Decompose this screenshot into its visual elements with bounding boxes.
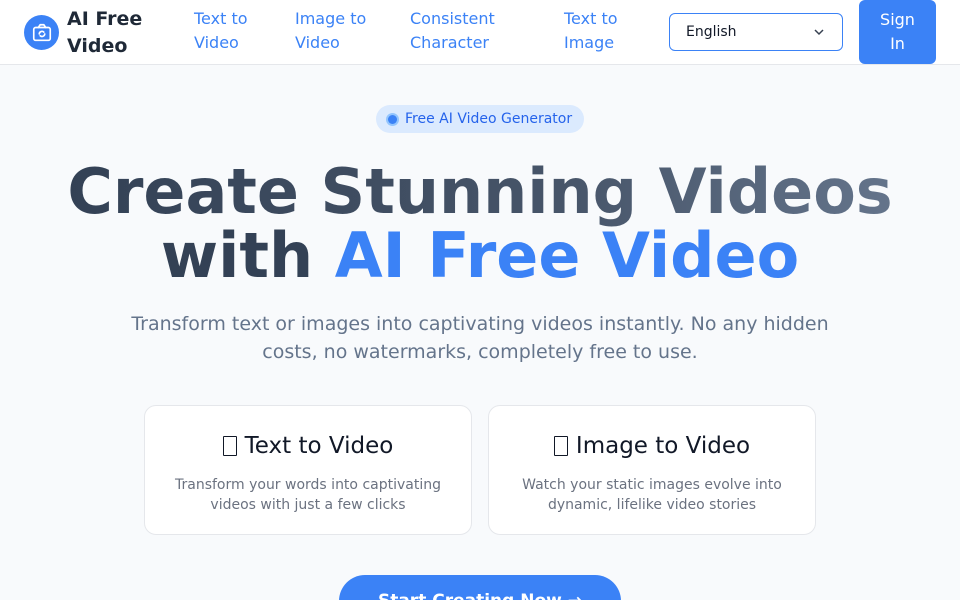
hero-badge: Free AI Video Generator bbox=[376, 105, 584, 133]
sign-in-button[interactable]: Sign In bbox=[859, 0, 936, 64]
nav-consistent-character[interactable]: Consistent Character bbox=[410, 7, 520, 55]
card-text-to-video[interactable]: Text to Video Transform your words into … bbox=[144, 405, 472, 535]
badge-label: Free AI Video Generator bbox=[405, 111, 573, 127]
card-image-to-video[interactable]: Image to Video Watch your static images … bbox=[488, 405, 816, 535]
card-title: Text to Video bbox=[244, 433, 394, 459]
badge-dot-icon bbox=[388, 114, 397, 124]
top-header: AI Free Video Text to Video Image to Vid… bbox=[0, 0, 960, 65]
start-creating-button[interactable]: Start Creating Now → bbox=[339, 575, 621, 600]
chevron-down-icon bbox=[814, 29, 824, 36]
card-description: Watch your static images evolve into dyn… bbox=[522, 477, 782, 513]
brand-name[interactable]: AI Free Video bbox=[67, 6, 167, 60]
card-description: Transform your words into captivating vi… bbox=[175, 477, 441, 513]
nav-text-to-image[interactable]: Text to Image bbox=[564, 7, 634, 55]
nav-text-to-video[interactable]: Text to Video bbox=[194, 7, 264, 55]
hero-title-line1: Create Stunning Videos bbox=[67, 155, 893, 228]
hero-subtitle: Transform text or images into captivatin… bbox=[131, 313, 829, 363]
hero-title-accent: AI Free Video bbox=[334, 219, 800, 292]
card-title-row: Text to Video bbox=[145, 431, 471, 461]
nav-image-to-video[interactable]: Image to Video bbox=[295, 7, 385, 55]
file-icon bbox=[222, 436, 237, 456]
card-title: Image to Video bbox=[575, 433, 751, 459]
hero-title: Create Stunning Videos with AI Free Vide… bbox=[0, 160, 960, 288]
file-icon bbox=[553, 436, 568, 456]
logo-camera-icon[interactable] bbox=[24, 15, 59, 50]
language-value: English bbox=[686, 24, 737, 40]
card-title-row: Image to Video bbox=[489, 431, 815, 461]
hero-title-with: with bbox=[160, 219, 335, 292]
language-select[interactable]: English bbox=[669, 13, 843, 51]
